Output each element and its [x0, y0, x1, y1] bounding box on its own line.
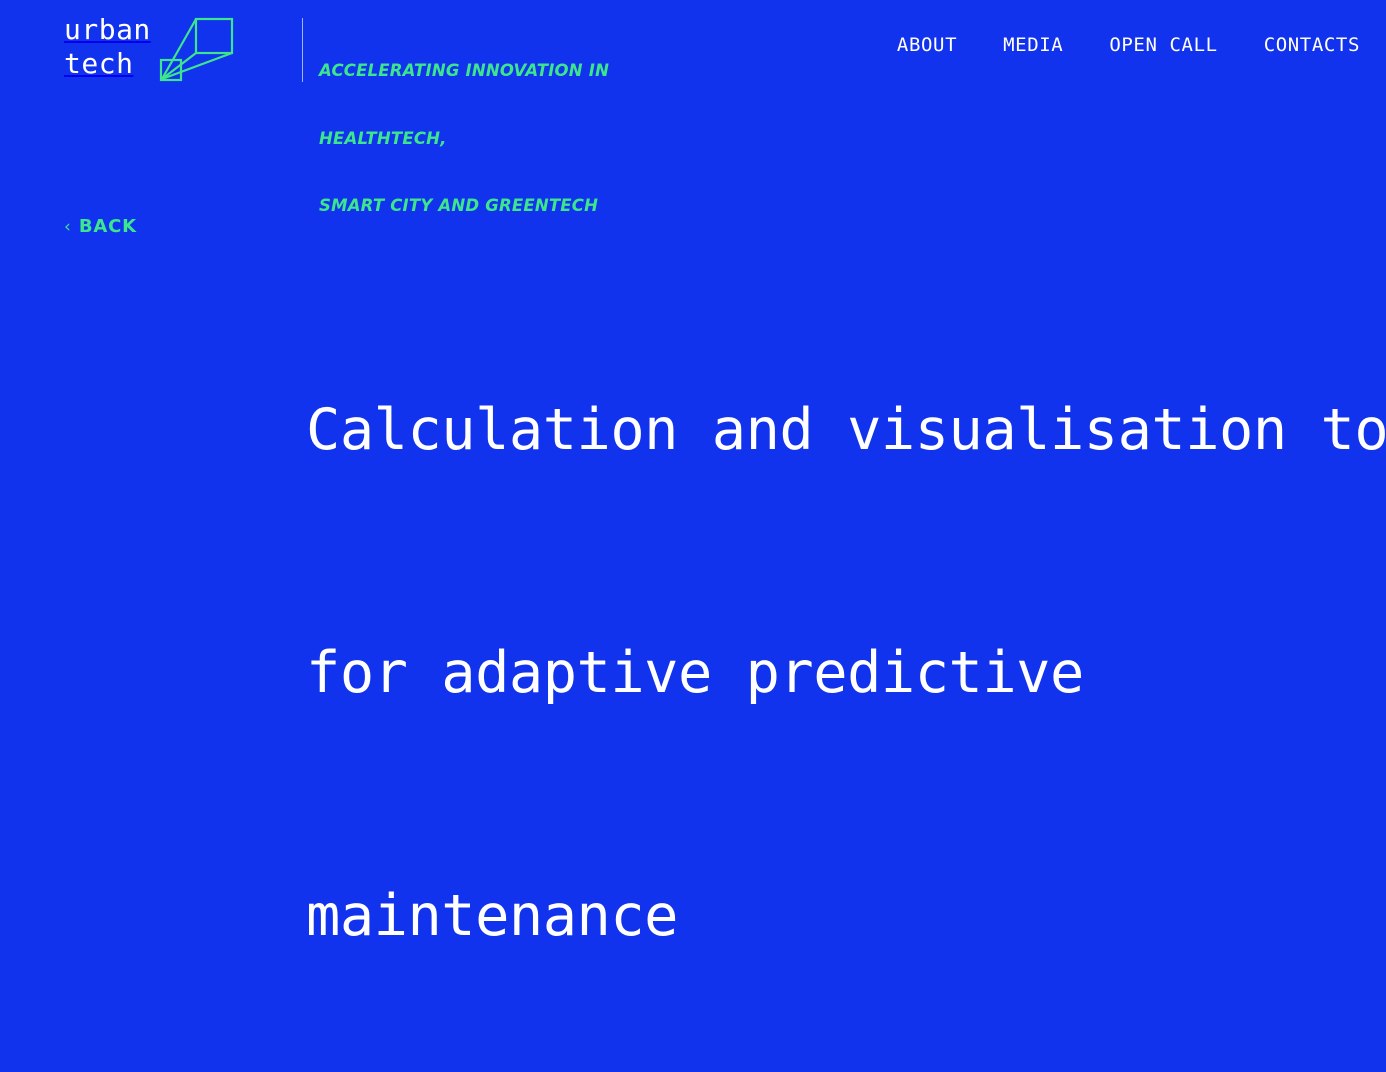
tagline-line-1: ACCELERATING INNOVATION IN — [319, 61, 610, 80]
site-header: urban tech ACCELERATING INNOVATION IN HE… — [0, 0, 1386, 216]
logo-link[interactable]: urban tech — [64, 16, 237, 90]
tagline-line-3: SMART CITY AND GREENTECH — [319, 196, 599, 215]
header-tagline: ACCELERATING INNOVATION IN HEALTHTECH, S… — [319, 15, 609, 263]
back-link[interactable]: ‹ BACK — [64, 218, 137, 236]
page-title-line-3: maintenance — [306, 883, 678, 950]
logo-word-tech: tech — [64, 47, 134, 80]
nav-item-media[interactable]: MEDIA — [1003, 34, 1063, 56]
logo-wordmark: urban tech — [64, 16, 151, 84]
header-divider — [302, 18, 303, 82]
primary-navigation: ABOUT MEDIA OPEN CALL CONTACTS — [897, 34, 1360, 56]
tagline-line-2: HEALTHTECH, — [319, 128, 447, 148]
page-title-line-2: for adaptive predictive — [306, 640, 1084, 707]
page-title: Calculation and visualisation tool for a… — [306, 228, 1386, 1072]
nav-item-open-call[interactable]: OPEN CALL — [1109, 34, 1217, 56]
perspective-squares-icon — [157, 14, 237, 90]
nav-item-contacts[interactable]: CONTACTS — [1264, 34, 1360, 56]
nav-item-about[interactable]: ABOUT — [897, 34, 957, 56]
page-title-line-1: Calculation and visualisation tool — [306, 397, 1386, 464]
back-link-label: BACK — [78, 216, 137, 237]
chevron-left-icon: ‹ — [64, 216, 71, 237]
logo-word-urban: urban — [64, 13, 151, 46]
